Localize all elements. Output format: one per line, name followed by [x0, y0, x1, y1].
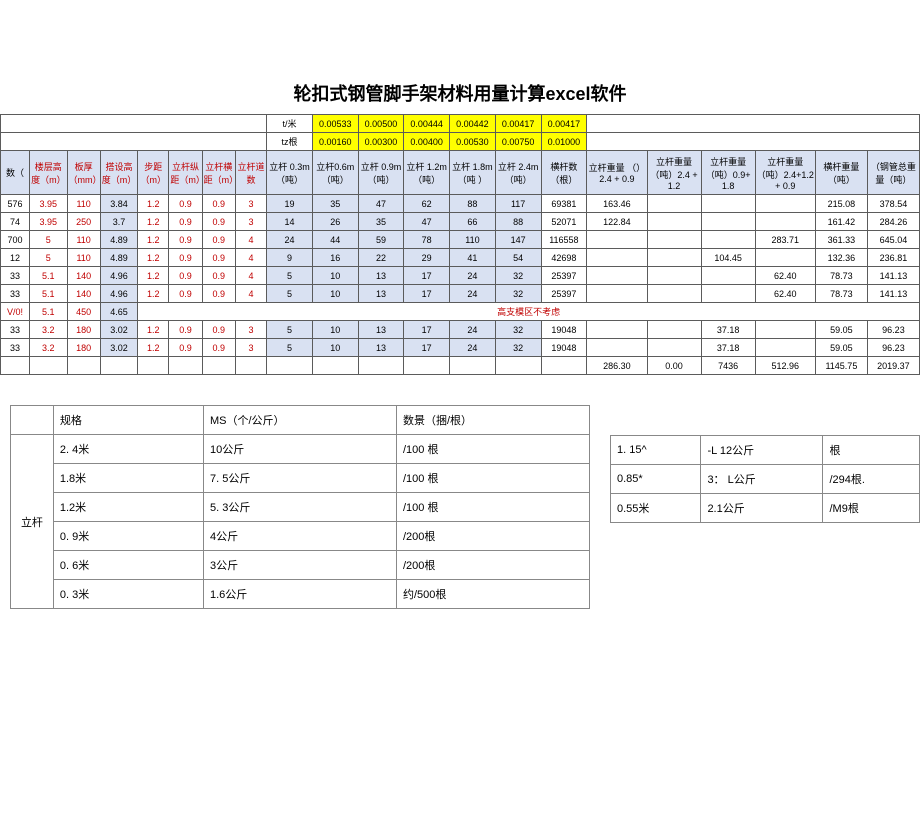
header-row: 数（ 楼层高度（m） 板厚（mm） 搭设高度（m） 步距（m） 立杆纵距（m） …	[1, 151, 920, 195]
list-item: 0. 3米1.6公斤约/500根	[11, 580, 590, 609]
table-row: 5763.951103.841.20.90.931935476288117693…	[1, 195, 920, 213]
table-row: 70051104.891.20.90.942444597811014711655…	[1, 231, 920, 249]
top-row-1: t/米 0.005330.00500 0.004440.00442 0.0041…	[1, 115, 920, 133]
top-row-2: tz根 0.001600.00300 0.004000.00530 0.0075…	[1, 133, 920, 151]
list-item: 0. 6米3公斤/200根	[11, 551, 590, 580]
main-table: t/米 0.005330.00500 0.004440.00442 0.0041…	[0, 114, 920, 375]
table-row: 743.952503.71.20.90.93142635476688520711…	[1, 213, 920, 231]
page-title: 轮扣式钢管脚手架材料用量计算excel软件	[0, 80, 920, 106]
table-row: 335.11404.961.20.90.94510131724322539762…	[1, 285, 920, 303]
table-row: 333.21803.021.20.90.93510131724321904837…	[1, 339, 920, 357]
list-item: 立杆2. 4米10公斤/100 根	[11, 435, 590, 464]
note-row: V/0! 5.1 450 4.65 高支模区不考虑	[1, 303, 920, 321]
list-item: 1.8米7. 5公斤/100 根	[11, 464, 590, 493]
totals-row: 286.300.007436512.961145.752019.37	[1, 357, 920, 375]
list-item: 0. 9米4公斤/200根	[11, 522, 590, 551]
small-table: 规格 MS（个/公斤） 数景（捆/根） 立杆2. 4米10公斤/100 根1.8…	[10, 405, 590, 609]
list-item: 0.85*3： L公斤/294根.	[611, 465, 920, 494]
list-item: 1.2米5. 3公斤/100 根	[11, 493, 590, 522]
table-row: 1251104.891.20.90.949162229415442698104.…	[1, 249, 920, 267]
table-row: 335.11404.961.20.90.94510131724322539762…	[1, 267, 920, 285]
list-item: 0.55米2.1公斤/M9根	[611, 494, 920, 523]
small-table-2: 1. 15^-L 12公斤根0.85*3： L公斤/294根.0.55米2.1公…	[610, 435, 920, 523]
list-item: 1. 15^-L 12公斤根	[611, 436, 920, 465]
table-row: 333.21803.021.20.90.93510131724321904837…	[1, 321, 920, 339]
small-header: 规格 MS（个/公斤） 数景（捆/根）	[11, 406, 590, 435]
